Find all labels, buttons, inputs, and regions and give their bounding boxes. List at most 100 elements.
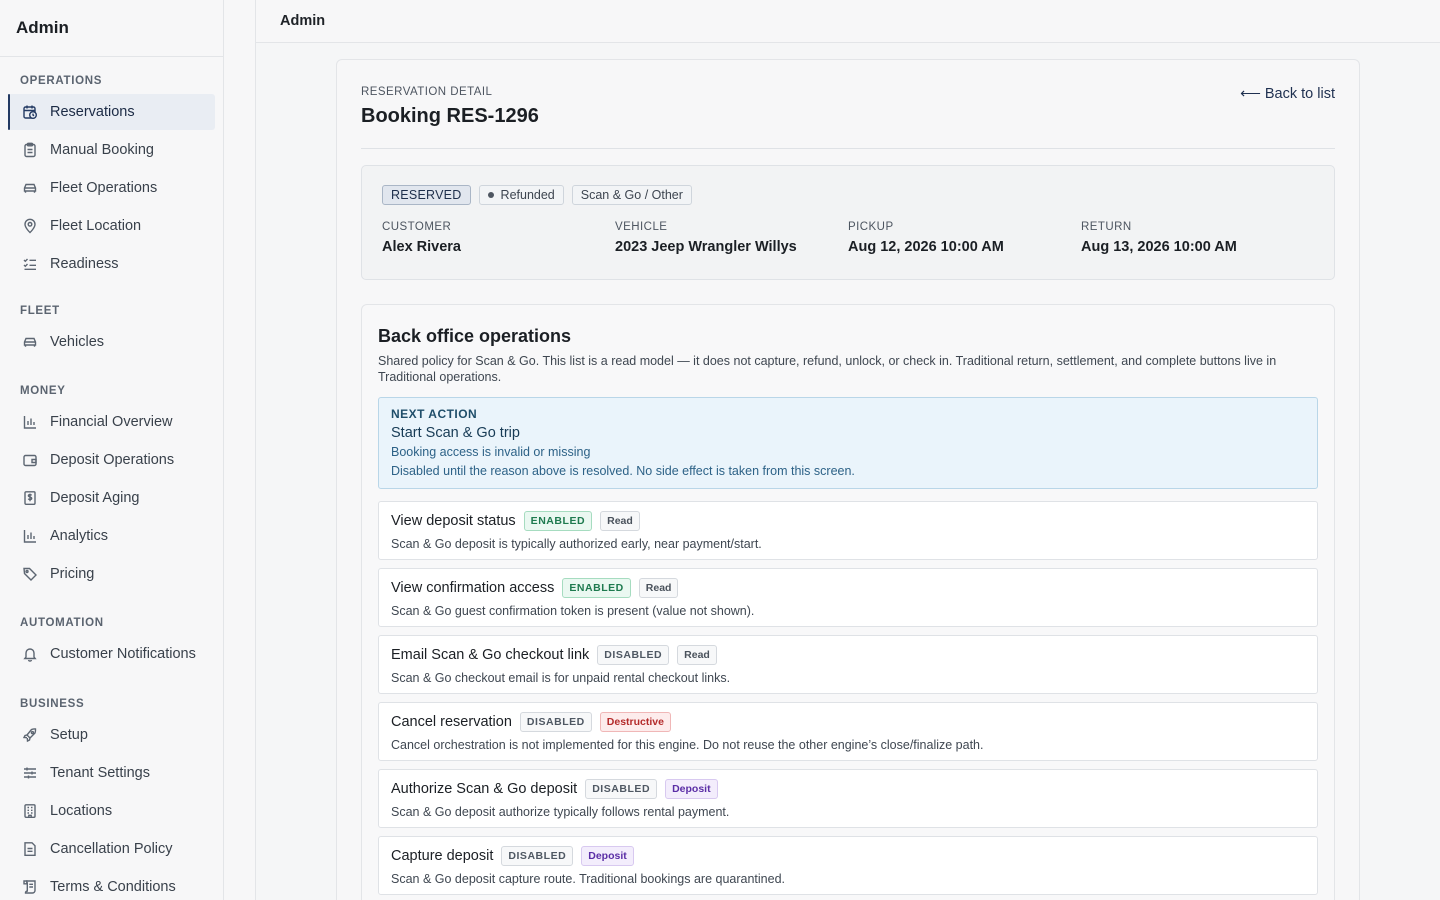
field-return: RETURN Aug 13, 2026 10:00 AM (1081, 221, 1314, 255)
sidebar-item-label: Tenant Settings (50, 765, 150, 781)
bar-chart-icon (22, 528, 38, 544)
kind-badge: Read (677, 645, 717, 665)
sidebar-item-label: Customer Notifications (50, 646, 196, 662)
sidebar-item-label: Fleet Location (50, 218, 142, 234)
section-title: BUSINESS (20, 698, 85, 710)
operation-row: View deposit status ENABLED Read Scan & … (378, 501, 1318, 560)
operation-row: Cancel reservation DISABLED Destructive … (378, 702, 1318, 761)
sliders-icon (22, 765, 38, 781)
sidebar-item-label: Deposit Aging (50, 490, 140, 506)
section-heading: Back office operations (378, 326, 572, 346)
sidebar-item-setup[interactable]: Setup (8, 717, 215, 753)
field-label: RETURN (1081, 221, 1132, 233)
operation-name: View deposit status (391, 513, 516, 529)
sidebar-gutter (224, 0, 256, 900)
brand-title: Admin (0, 0, 223, 57)
car-icon (22, 180, 38, 196)
status-badge: DISABLED (501, 846, 574, 866)
next-action-note: Disabled until the reason above is resol… (391, 464, 855, 478)
sidebar-item-fleet-operations[interactable]: Fleet Operations (8, 170, 215, 206)
document-icon (22, 841, 38, 857)
operations-list: View deposit status ENABLED Read Scan & … (378, 501, 1318, 900)
operation-name: Cancel reservation (391, 714, 512, 730)
next-action-kicker: NEXT ACTION (391, 407, 478, 421)
sidebar-item-locations[interactable]: Locations (8, 793, 215, 829)
bell-icon (22, 646, 38, 662)
summary-fields: CUSTOMER Alex Rivera VEHICLE 2023 Jeep W… (382, 221, 1314, 255)
sidebar-item-label: Locations (50, 803, 113, 819)
section-title: MONEY (20, 385, 66, 397)
sidebar-item-label: Pricing (50, 566, 95, 582)
operation-name: Email Scan & Go checkout link (391, 647, 590, 663)
kind-badge: Read (600, 511, 640, 531)
sidebar-item-manual-booking[interactable]: Manual Booking (8, 132, 215, 168)
field-value: Aug 12, 2026 10:00 AM (848, 239, 1004, 255)
sidebar-item-reservations[interactable]: Reservations (8, 94, 215, 130)
sidebar-item-terms-conditions[interactable]: Terms & Conditions (8, 869, 215, 900)
payment-badge-label: Refunded (500, 188, 555, 202)
field-value: 2023 Jeep Wrangler Willys (615, 239, 797, 255)
header-divider (361, 148, 1335, 149)
sidebar-item-tenant-settings[interactable]: Tenant Settings (8, 755, 215, 791)
sidebar-item-label: Deposit Operations (50, 452, 175, 468)
nav-section-automation: AUTOMATION Customer Notifications (0, 613, 223, 672)
operation-description: Scan & Go guest confirmation token is pr… (391, 604, 755, 618)
sidebar-item-deposit-operations[interactable]: Deposit Operations (8, 442, 215, 478)
reservation-detail-card: RESERVATION DETAIL Booking RES-1296 ⟵ Ba… (336, 59, 1360, 900)
sidebar-item-customer-notifications[interactable]: Customer Notifications (8, 636, 215, 672)
field-vehicle: VEHICLE 2023 Jeep Wrangler Willys (615, 221, 848, 255)
operation-row: Email Scan & Go checkout link DISABLED R… (378, 635, 1318, 694)
sidebar-item-cancellation-policy[interactable]: Cancellation Policy (8, 831, 215, 867)
sidebar-item-label: Cancellation Policy (50, 841, 173, 857)
sidebar-item-label: Vehicles (50, 334, 105, 350)
kind-badge: Deposit (581, 846, 634, 866)
page-title: Booking RES-1296 (361, 105, 539, 127)
topbar-title: Admin (280, 13, 326, 29)
reservation-summary: RESERVED Refunded Scan & Go / Other CUST… (361, 165, 1335, 280)
sidebar-item-fleet-location[interactable]: Fleet Location (8, 208, 215, 244)
section-title: AUTOMATION (20, 617, 104, 629)
sidebar-item-label: Manual Booking (50, 142, 154, 158)
section-title: OPERATIONS (20, 75, 103, 87)
bar-chart-icon (22, 414, 38, 430)
status-badges: RESERVED Refunded Scan & Go / Other (382, 185, 692, 205)
sidebar-item-pricing[interactable]: Pricing (8, 556, 215, 592)
building-icon (22, 803, 38, 819)
sidebar-item-vehicles[interactable]: Vehicles (8, 324, 215, 360)
sidebar-item-label: Terms & Conditions (50, 879, 176, 895)
tag-icon (22, 566, 38, 582)
next-action-reason: Booking access is invalid or missing (391, 445, 591, 459)
sidebar-item-financial-overview[interactable]: Financial Overview (8, 404, 215, 440)
wallet-icon (22, 452, 38, 468)
detail-header: RESERVATION DETAIL Booking RES-1296 (361, 86, 539, 128)
section-title: FLEET (20, 305, 60, 317)
car-icon (22, 334, 38, 350)
calendar-clock-icon (22, 104, 38, 120)
sidebar-item-readiness[interactable]: Readiness (8, 246, 215, 282)
operation-description: Scan & Go checkout email is for unpaid r… (391, 671, 731, 685)
dot-icon (487, 192, 494, 198)
operation-description: Cancel orchestration is not implemented … (391, 738, 984, 752)
sidebar-item-label: Readiness (50, 256, 119, 272)
kind-badge: Read (638, 578, 679, 598)
sidebar-item-label: Financial Overview (50, 414, 173, 430)
status-badge: RESERVED (382, 185, 471, 205)
sidebar-item-deposit-aging[interactable]: Deposit Aging (8, 480, 215, 516)
dollar-receipt-icon (22, 490, 38, 506)
back-to-list-link[interactable]: ⟵ Back to list (1240, 86, 1335, 102)
status-badge: DISABLED (519, 712, 592, 732)
sidebar: Admin OPERATIONS Reservations Manual Boo… (0, 0, 224, 900)
clipboard-icon (22, 142, 38, 158)
payment-badge: Refunded (478, 185, 564, 205)
operation-description: Scan & Go deposit authorize typically fo… (391, 805, 730, 819)
kind-badge: Deposit (665, 779, 718, 799)
checklist-icon (22, 256, 38, 272)
kind-badge: Destructive (599, 712, 671, 732)
operation-description: Scan & Go deposit is typically authorize… (391, 537, 762, 551)
operation-description: Scan & Go deposit capture route. Traditi… (391, 872, 786, 886)
next-action-callout: NEXT ACTION Start Scan & Go trip Booking… (378, 397, 1318, 489)
nav-section-money: MONEY Financial Overview Deposit Operati… (0, 381, 223, 592)
operation-row: Capture deposit DISABLED Deposit Scan & … (378, 836, 1318, 895)
sidebar-item-analytics[interactable]: Analytics (8, 518, 215, 554)
section-description: Shared policy for Scan & Go. This list i… (378, 354, 1277, 384)
